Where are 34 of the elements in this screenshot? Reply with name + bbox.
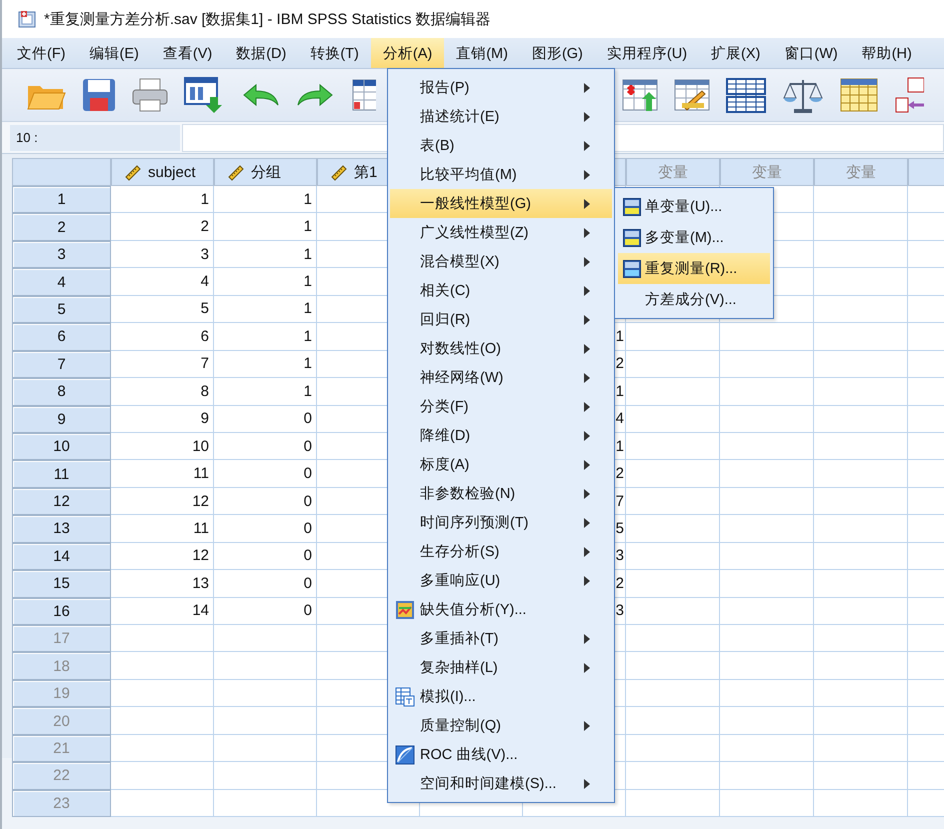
table-cell: 10: [111, 432, 214, 460]
table-cell: 0: [214, 460, 317, 488]
window-title: *重复测量方差分析.sav [数据集1] - IBM SPSS Statistics 数据编辑器: [44, 10, 491, 28]
table-cell: 1: [214, 186, 317, 214]
table-cell: 9: [111, 406, 214, 433]
table-cell: 3: [111, 240, 214, 268]
table-cell: 0: [214, 432, 317, 460]
table-cell: 0: [214, 570, 317, 598]
table-cell: 0: [214, 406, 317, 433]
table-cell: 1: [214, 323, 317, 351]
table-cell: 5: [111, 296, 214, 324]
table-cell: 0: [214, 488, 317, 516]
table-cell: 11: [111, 460, 214, 488]
table-cell: 11: [111, 515, 214, 543]
cell-reference: 10 :: [10, 124, 180, 150]
table-cell: 14: [111, 598, 214, 625]
table-cell: 1: [214, 378, 317, 406]
table-cell: 1: [214, 240, 317, 268]
table-cell: 1: [111, 186, 214, 214]
table-cell: 13: [111, 570, 214, 598]
table-cell: 1: [214, 213, 317, 241]
table-cell: 7: [111, 350, 214, 378]
table-cell: 6: [111, 323, 214, 351]
table-cell: 12: [111, 542, 214, 570]
table-cell: 0: [214, 598, 317, 625]
table-cell: 0: [214, 515, 317, 543]
table-cell: 1: [214, 350, 317, 378]
table-cell: 12: [111, 488, 214, 516]
table-cell: 8: [111, 378, 214, 406]
table-cell: 1: [214, 268, 317, 296]
table-cell: 0: [214, 542, 317, 570]
table-cell: 1: [214, 296, 317, 324]
table-cell: 4: [111, 268, 214, 296]
table-cell: 2: [111, 213, 214, 241]
